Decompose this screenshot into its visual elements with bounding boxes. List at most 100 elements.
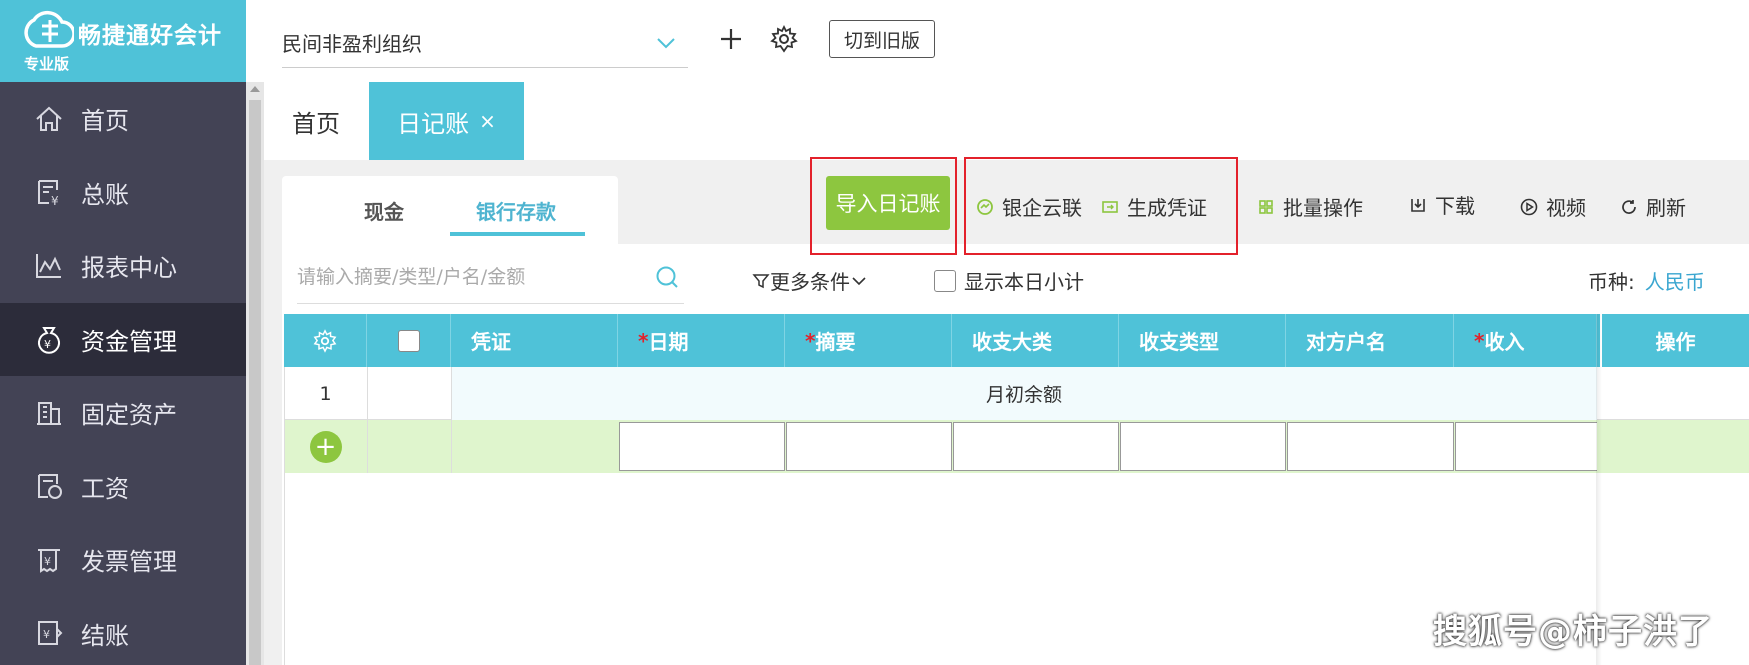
show-daily-subtotal-checkbox[interactable] <box>934 269 956 292</box>
currency-selector[interactable]: 币种: 人民币 <box>1588 266 1705 295</box>
more-conditions-dropdown[interactable]: 更多条件 <box>752 266 868 295</box>
header-label: 摘要 <box>815 330 856 354</box>
sidebar-item-closing[interactable]: ¥ 结账 <box>0 597 246 665</box>
generate-voucher-button[interactable]: 生成凭证 <box>1101 192 1207 221</box>
table-row[interactable]: 1 月初余额 <box>284 367 1749 420</box>
active-tab-indicator <box>450 232 585 236</box>
column-header-date[interactable]: * 日期 <box>618 314 785 367</box>
download-button[interactable]: 下载 <box>1409 190 1475 219</box>
grid-icon <box>1259 199 1273 214</box>
header-label: 收入 <box>1484 330 1525 354</box>
header-label: 凭证 <box>471 330 511 354</box>
add-row-cell: + <box>284 420 367 473</box>
subtab-bank-deposit[interactable]: 银行存款 <box>476 196 556 225</box>
search-icon[interactable] <box>654 264 680 290</box>
header-label: 操作 <box>1655 330 1696 354</box>
chevron-down-icon <box>852 276 866 285</box>
type-input[interactable] <box>1120 422 1286 471</box>
brand-name: 畅捷通好会计 <box>78 23 222 49</box>
required-mark: * <box>1474 328 1485 353</box>
required-mark: * <box>805 328 816 353</box>
counterparty-input[interactable] <box>1287 422 1454 471</box>
play-icon <box>1520 198 1538 215</box>
column-header-category[interactable]: 收支大类 <box>952 314 1119 367</box>
sidebar-item-assets[interactable]: 固定资产 <box>0 376 246 450</box>
refresh-icon <box>1622 199 1636 214</box>
sidebar-item-salary[interactable]: 工资 <box>0 450 246 524</box>
download-label: 下载 <box>1435 194 1475 218</box>
header-label: 收支大类 <box>972 330 1052 354</box>
svg-text:¥: ¥ <box>44 555 51 568</box>
header-label: 对方户名 <box>1306 330 1386 354</box>
tab-bar: 首页 日记账 × <box>264 82 1749 160</box>
column-header-type[interactable]: 收支类型 <box>1119 314 1286 367</box>
show-daily-subtotal-toggle[interactable]: 显示本日小计 <box>934 266 1084 295</box>
building-icon <box>37 401 61 425</box>
tab-home[interactable]: 首页 <box>292 82 340 160</box>
filter-icon <box>752 273 770 288</box>
scrollbar-thumb[interactable] <box>249 100 261 665</box>
select-all-checkbox[interactable] <box>397 329 420 352</box>
brand-edition: 专业版 <box>24 55 70 73</box>
sidebar-item-label: 资金管理 <box>81 327 177 356</box>
add-icon[interactable] <box>716 24 746 54</box>
sidebar-menu: 首页 ¥ 总账 报表中心 ¥ 资金管理 固定资产 工资 ¥ 发票管理 ¥ 结账 <box>0 82 246 665</box>
currency-label: 币种: <box>1588 270 1635 294</box>
gear-icon <box>313 328 337 353</box>
watermark: 搜狐号@柿子洪了 <box>1433 612 1713 652</box>
svg-text:¥: ¥ <box>44 338 51 351</box>
sidebar-item-label: 工资 <box>81 474 129 503</box>
add-row-button[interactable]: + <box>309 430 342 463</box>
sidebar-item-ledger[interactable]: ¥ 总账 <box>0 156 246 230</box>
video-button[interactable]: 视频 <box>1520 192 1586 221</box>
svg-text:¥: ¥ <box>43 628 50 641</box>
svg-text:¥: ¥ <box>51 194 59 208</box>
column-header-summary[interactable]: * 摘要 <box>785 314 952 367</box>
column-header-ops: 操作 <box>1600 314 1749 367</box>
logo-icon <box>24 10 74 48</box>
closing-icon: ¥ <box>38 621 63 646</box>
bank-link-icon <box>977 198 993 215</box>
tab-journal[interactable]: 日记账 × <box>369 82 524 160</box>
column-header-counterparty[interactable]: 对方户名 <box>1286 314 1454 367</box>
batch-operation-label: 批量操作 <box>1283 196 1363 220</box>
import-journal-button[interactable]: 导入日记账 <box>826 176 950 230</box>
income-input[interactable] <box>1455 422 1597 471</box>
bank-link-label: 银企云联 <box>1002 196 1082 220</box>
salary-icon <box>38 474 62 500</box>
currency-value[interactable]: 人民币 <box>1645 270 1705 294</box>
batch-operation-button[interactable]: 批量操作 <box>1257 192 1363 221</box>
sidebar-item-reports[interactable]: 报表中心 <box>0 229 246 303</box>
summary-input[interactable] <box>786 422 952 471</box>
search-input[interactable] <box>297 250 617 304</box>
switch-old-version-button[interactable]: 切到旧版 <box>829 20 935 58</box>
column-divider <box>367 367 368 473</box>
date-input[interactable] <box>619 422 785 471</box>
header-label: 收支类型 <box>1139 330 1219 354</box>
sidebar-item-label: 总账 <box>81 180 129 209</box>
column-settings[interactable] <box>284 314 367 367</box>
organization-select[interactable]: 民间非盈利组织 <box>282 18 688 68</box>
brand-logo[interactable]: 畅捷通好会计 专业版 <box>0 0 246 82</box>
refresh-button[interactable]: 刷新 <box>1620 192 1686 221</box>
generate-voucher-label: 生成凭证 <box>1127 196 1207 220</box>
sidebar-item-funds[interactable]: ¥ 资金管理 <box>0 302 246 376</box>
category-input[interactable] <box>953 422 1119 471</box>
download-icon <box>1411 198 1425 212</box>
sidebar: 畅捷通好会计 专业版 首页 ¥ 总账 报表中心 ¥ 资金管理 固定资产 工资 ¥… <box>0 0 246 665</box>
sidebar-item-home[interactable]: 首页 <box>0 82 246 156</box>
required-mark: * <box>638 328 649 353</box>
subtab-cash[interactable]: 现金 <box>364 196 404 225</box>
account-type-tabs: 现金 银行存款 <box>282 176 618 244</box>
new-entry-row: + <box>284 420 1749 473</box>
sidebar-scrollbar[interactable] <box>246 82 264 665</box>
scroll-up-arrow-icon[interactable] <box>250 86 260 92</box>
sidebar-item-label: 发票管理 <box>81 548 177 577</box>
bank-link-button[interactable]: 银企云联 <box>976 192 1082 221</box>
show-daily-subtotal-label: 显示本日小计 <box>964 270 1084 294</box>
gear-icon[interactable] <box>769 24 799 54</box>
column-header-income[interactable]: * 收入 <box>1454 314 1597 367</box>
sidebar-item-invoice[interactable]: ¥ 发票管理 <box>0 523 246 597</box>
column-header-voucher[interactable]: 凭证 <box>451 314 618 367</box>
close-icon[interactable]: × <box>479 109 496 133</box>
